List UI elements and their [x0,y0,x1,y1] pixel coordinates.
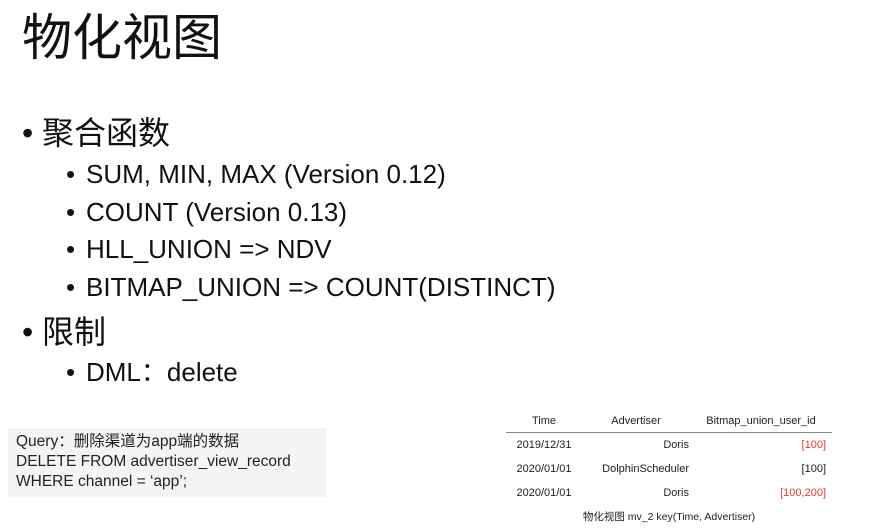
bullet-text: COUNT (Version 0.13) [86,197,348,227]
sub-bullet: • COUNT (Version 0.13) [66,197,348,227]
bullet-text: 限制 [42,314,107,350]
table-row: 2020/01/01 DolphinScheduler [100] [506,457,832,481]
cell: 2020/01/01 [516,487,572,499]
bullet-text: BITMAP_UNION => COUNT(DISTINCT) [86,272,556,302]
cell: 2019/12/31 [516,439,572,451]
column-header: Time [506,410,582,433]
table-caption: 物化视图 mv_2 key(Time, Advertiser) [582,511,756,523]
cell: [100,200] [780,487,826,499]
bullet-limits: • 限制 [22,314,107,350]
column-header: Bitmap_union_user_id [690,410,832,433]
query-code-box: Query：删除渠道为app端的数据 DELETE FROM advertise… [8,428,326,497]
cell: [100] [801,463,826,475]
cell: [100] [801,439,826,451]
bullet-text: HLL_UNION => NDV [86,234,332,264]
slide-title: 物化视图 [22,10,222,66]
sub-bullet: • SUM, MIN, MAX (Version 0.12) [66,159,446,189]
sub-bullet: • DML：delete [66,357,238,387]
bullet-text: 聚合函数 [42,115,171,151]
table-row: 2019/12/31 Doris [100] [506,433,832,458]
materialized-view-table: Time Advertiser Bitmap_union_user_id 201… [506,410,832,524]
bullet-text: DML：delete [86,357,238,387]
cell: Doris [663,439,689,451]
bullet-text: SUM, MIN, MAX (Version 0.12) [86,159,446,189]
code-line: WHERE channel = ‘app’; [16,473,188,490]
cell: DolphinScheduler [602,463,689,475]
bullet-aggregate: • 聚合函数 [22,115,171,151]
code-line: Query：删除渠道为app端的数据 [16,433,240,450]
cell: Doris [663,487,689,499]
sub-bullet: • BITMAP_UNION => COUNT(DISTINCT) [66,272,556,302]
code-line: DELETE FROM advertiser_view_record [16,453,291,470]
table-row: 2020/01/01 Doris [100,200] [506,481,832,505]
cell: 2020/01/01 [516,463,572,475]
table-header: Time Advertiser Bitmap_union_user_id [506,410,832,433]
column-header: Advertiser [582,410,690,433]
sub-bullet: • HLL_UNION => NDV [66,234,332,264]
